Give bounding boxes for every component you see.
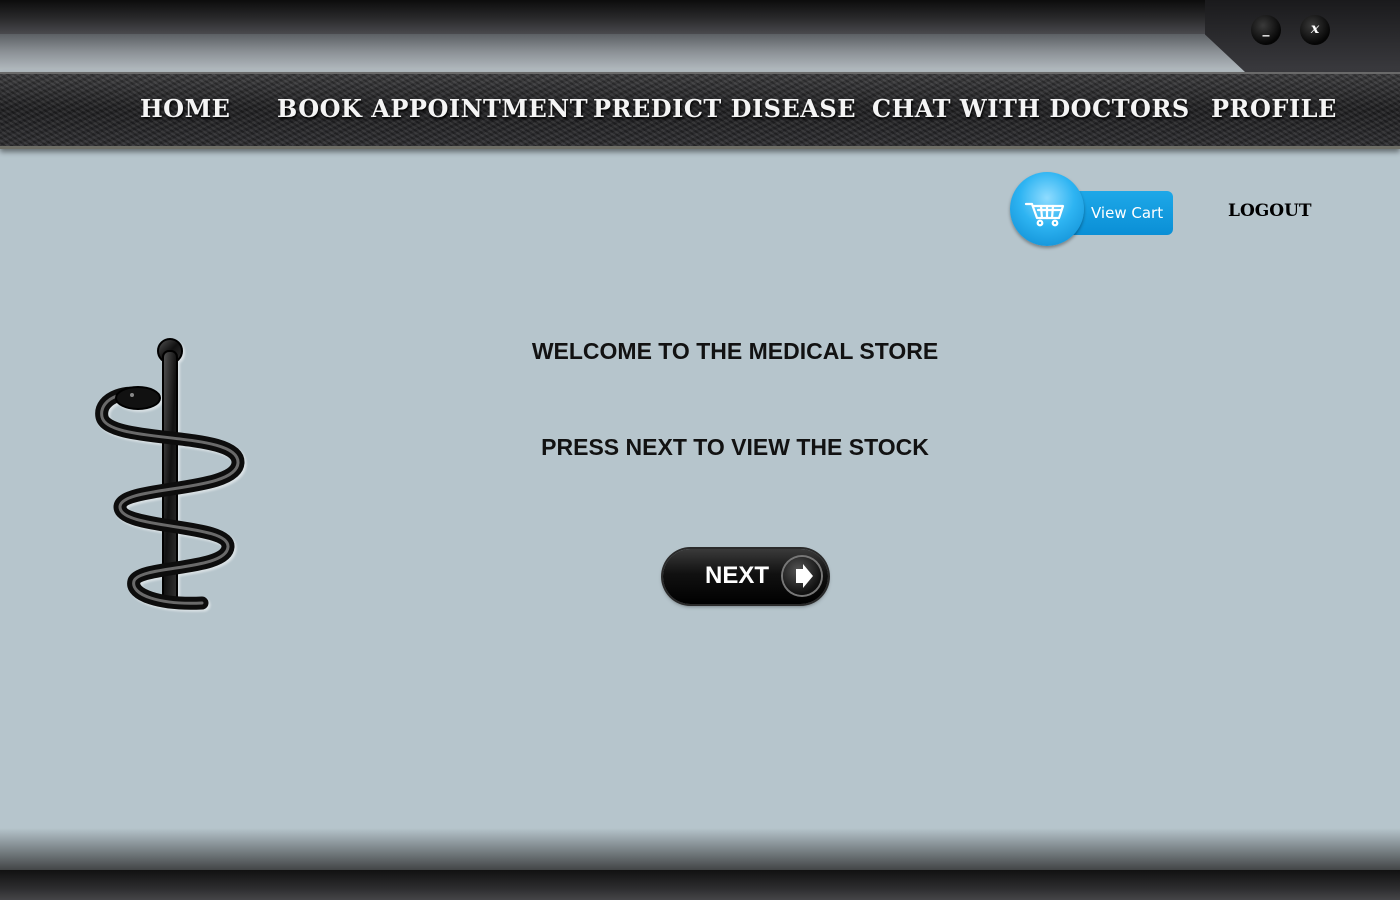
welcome-text: WELCOME TO THE MEDICAL STORE [531, 338, 939, 364]
instruction-text-row: PRESS NEXT TO VIEW THE STOCK [0, 434, 1400, 461]
minimize-button[interactable]: _ [1251, 15, 1281, 45]
title-band [0, 34, 1400, 74]
arrow-circle [783, 557, 821, 595]
nav-chat-with-doctors[interactable]: Chat With Doctors [872, 94, 1190, 123]
shopping-cart-icon [1024, 202, 1065, 227]
nav-book-appointment[interactable]: Book Appointment [277, 94, 588, 123]
arrow-right-icon [796, 564, 813, 588]
view-cart-button[interactable]: View Cart [1010, 172, 1174, 250]
cart-badge [1010, 172, 1084, 246]
instruction-text: PRESS NEXT TO VIEW THE STOCK [541, 434, 929, 460]
nav-home[interactable]: Home [140, 94, 230, 123]
main-nav: Home Book Appointment Predict Disease Ch… [0, 72, 1400, 149]
close-button[interactable]: x [1300, 15, 1330, 45]
next-label: NEXT [705, 562, 770, 589]
welcome-heading: WELCOME TO THE MEDICAL STORE [0, 338, 1400, 365]
logout-link[interactable]: LOGOUT [1228, 201, 1312, 221]
nav-predict-disease[interactable]: Predict Disease [593, 94, 856, 123]
bottom-shade [0, 828, 1400, 872]
nav-profile[interactable]: Profile [1211, 94, 1337, 123]
rod-of-asclepius-icon [95, 338, 245, 610]
bottom-bar [0, 870, 1400, 900]
next-button[interactable]: NEXT [663, 549, 828, 604]
title-bar [0, 0, 1400, 34]
